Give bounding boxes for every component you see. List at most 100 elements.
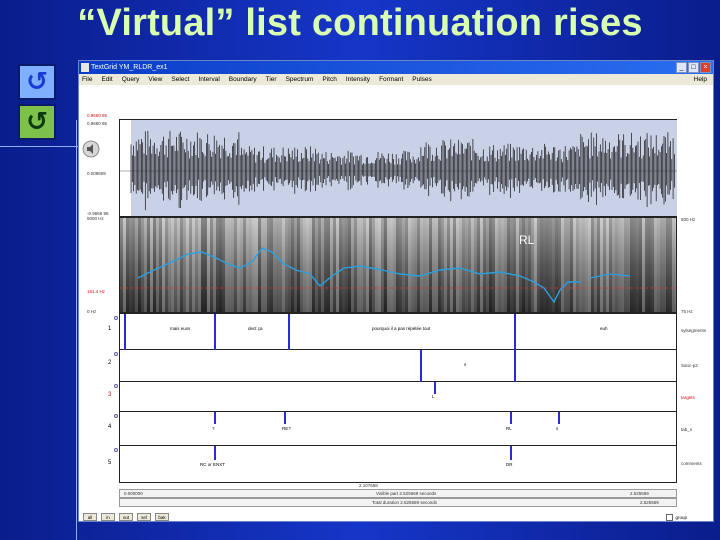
point-marker[interactable] bbox=[214, 412, 216, 424]
tier-1[interactable]: 1 s mais euxs dect ça pourquoi il a pas … bbox=[108, 314, 676, 350]
menu-boundary[interactable]: Boundary bbox=[229, 74, 257, 85]
spectrogram-column bbox=[480, 218, 483, 312]
minimize-button[interactable]: _ bbox=[676, 62, 687, 73]
return-arrow-icon[interactable]: ↺ bbox=[18, 104, 56, 140]
menu-file[interactable]: File bbox=[82, 74, 92, 85]
menu-pitch[interactable]: Pitch bbox=[322, 74, 336, 85]
spectrogram-column bbox=[234, 218, 237, 312]
spectrogram-column bbox=[564, 218, 567, 312]
zoom-in-button[interactable]: in bbox=[101, 513, 115, 521]
zoom-all-button[interactable]: all bbox=[83, 513, 97, 521]
zoom-back-button[interactable]: bak bbox=[155, 513, 169, 521]
spectrogram-column bbox=[603, 218, 606, 312]
spectrogram-column bbox=[330, 218, 333, 312]
menu-edit[interactable]: Edit bbox=[101, 74, 112, 85]
tier-marker[interactable] bbox=[114, 384, 118, 388]
spectrogram-column bbox=[360, 218, 363, 312]
spectrogram-column bbox=[462, 218, 465, 312]
group-checkbox[interactable]: group bbox=[666, 514, 687, 521]
tier-2[interactable]: 2 s bbox=[108, 350, 676, 382]
interval-boundary[interactable] bbox=[214, 314, 216, 350]
spectrogram-column bbox=[180, 218, 183, 312]
point-marker[interactable] bbox=[434, 382, 436, 394]
menu-help[interactable]: Help bbox=[694, 74, 707, 85]
point-marker[interactable] bbox=[558, 412, 560, 424]
point-marker[interactable] bbox=[510, 412, 512, 424]
menu-interval[interactable]: Interval bbox=[198, 74, 219, 85]
spectrogram-column bbox=[666, 218, 669, 312]
interval-boundary[interactable] bbox=[420, 350, 422, 382]
spectrogram-column bbox=[570, 218, 573, 312]
spectrogram-column bbox=[135, 218, 138, 312]
spectrogram-column bbox=[297, 218, 300, 312]
menu-tier[interactable]: Tier bbox=[266, 74, 277, 85]
spectrogram-column bbox=[465, 218, 468, 312]
menu-intensity[interactable]: Intensity bbox=[346, 74, 370, 85]
spectrogram-column bbox=[579, 218, 582, 312]
tier-number: 5 bbox=[108, 460, 112, 466]
spectrogram-column bbox=[144, 218, 147, 312]
interval-boundary[interactable] bbox=[514, 314, 516, 350]
spectrogram-column bbox=[372, 218, 375, 312]
spectrogram-column bbox=[474, 218, 477, 312]
spectrogram-column bbox=[585, 218, 588, 312]
tier-marker[interactable] bbox=[114, 352, 118, 356]
tier-4[interactable]: 4 ? RE? RL s bbox=[108, 412, 676, 446]
point-label[interactable]: RC or ENXT bbox=[200, 462, 225, 467]
menu-select[interactable]: Select bbox=[171, 74, 189, 85]
point-label[interactable]: RE? bbox=[282, 426, 291, 431]
spectrogram-column bbox=[213, 218, 216, 312]
spectrogram-column bbox=[420, 218, 423, 312]
menu-pulses[interactable]: Pulses bbox=[412, 74, 432, 85]
spectrogram-panel[interactable] bbox=[119, 217, 677, 313]
point-label[interactable]: s bbox=[556, 426, 558, 431]
menu-formant[interactable]: Formant bbox=[379, 74, 403, 85]
checkbox-label: group bbox=[675, 515, 687, 520]
interval-label[interactable]: dect ça bbox=[248, 326, 263, 331]
spectrogram-column bbox=[408, 218, 411, 312]
menu-spectrum[interactable]: Spectrum bbox=[286, 74, 314, 85]
point-label[interactable]: RL bbox=[506, 426, 512, 431]
spectrogram-column bbox=[540, 218, 543, 312]
ruler-end: 2.525569 bbox=[630, 491, 649, 496]
close-button[interactable]: × bbox=[700, 62, 711, 73]
spectrogram-column bbox=[264, 218, 267, 312]
spectrogram-column bbox=[153, 218, 156, 312]
interval-label[interactable]: s bbox=[464, 362, 466, 367]
tier-marker[interactable] bbox=[114, 414, 118, 418]
point-marker[interactable] bbox=[510, 446, 512, 460]
spectrogram-column bbox=[312, 218, 315, 312]
spectrogram-column bbox=[333, 218, 336, 312]
point-marker[interactable] bbox=[214, 446, 216, 460]
zoom-sel-button[interactable]: sel bbox=[137, 513, 151, 521]
checkbox-box[interactable] bbox=[666, 514, 674, 521]
interval-label[interactable]: pourquoi il a pas répétée tout bbox=[372, 326, 430, 331]
point-marker[interactable] bbox=[284, 412, 286, 424]
spectrogram-column bbox=[486, 218, 489, 312]
interval-label[interactable]: euh bbox=[600, 326, 608, 331]
spectrogram-column bbox=[501, 218, 504, 312]
tier-5[interactable]: 5 RC or ENXT DR bbox=[108, 446, 676, 482]
tier-marker[interactable] bbox=[114, 448, 118, 452]
point-label[interactable]: ? bbox=[212, 426, 215, 431]
point-label[interactable]: DR bbox=[506, 462, 513, 467]
spectrogram-column bbox=[426, 218, 429, 312]
time-ruler[interactable]: 0.000000 Visible part 2.525569 seconds 2… bbox=[119, 489, 677, 498]
speaker-icon[interactable] bbox=[81, 139, 101, 159]
back-arrow-icon[interactable]: ↺ bbox=[18, 64, 56, 100]
menu-view[interactable]: View bbox=[148, 74, 162, 85]
interval-boundary[interactable] bbox=[514, 350, 516, 382]
point-label[interactable]: L bbox=[432, 394, 435, 399]
spectrogram-column bbox=[279, 218, 282, 312]
tier-marker[interactable] bbox=[114, 316, 118, 320]
zoom-out-button[interactable]: out bbox=[119, 513, 133, 521]
tier-3[interactable]: 3 L bbox=[108, 382, 676, 412]
maximize-button[interactable]: □ bbox=[688, 62, 699, 73]
menu-query[interactable]: Query bbox=[122, 74, 140, 85]
interval-label[interactable]: mais euxs bbox=[170, 326, 190, 331]
interval-boundary[interactable] bbox=[288, 314, 290, 350]
total-duration-bar[interactable]: Total duration 2.525569 seconds 2.525569 bbox=[119, 498, 677, 507]
spectrogram-plot bbox=[120, 218, 676, 312]
spectrogram-column bbox=[300, 218, 303, 312]
interval-boundary[interactable] bbox=[124, 314, 126, 350]
